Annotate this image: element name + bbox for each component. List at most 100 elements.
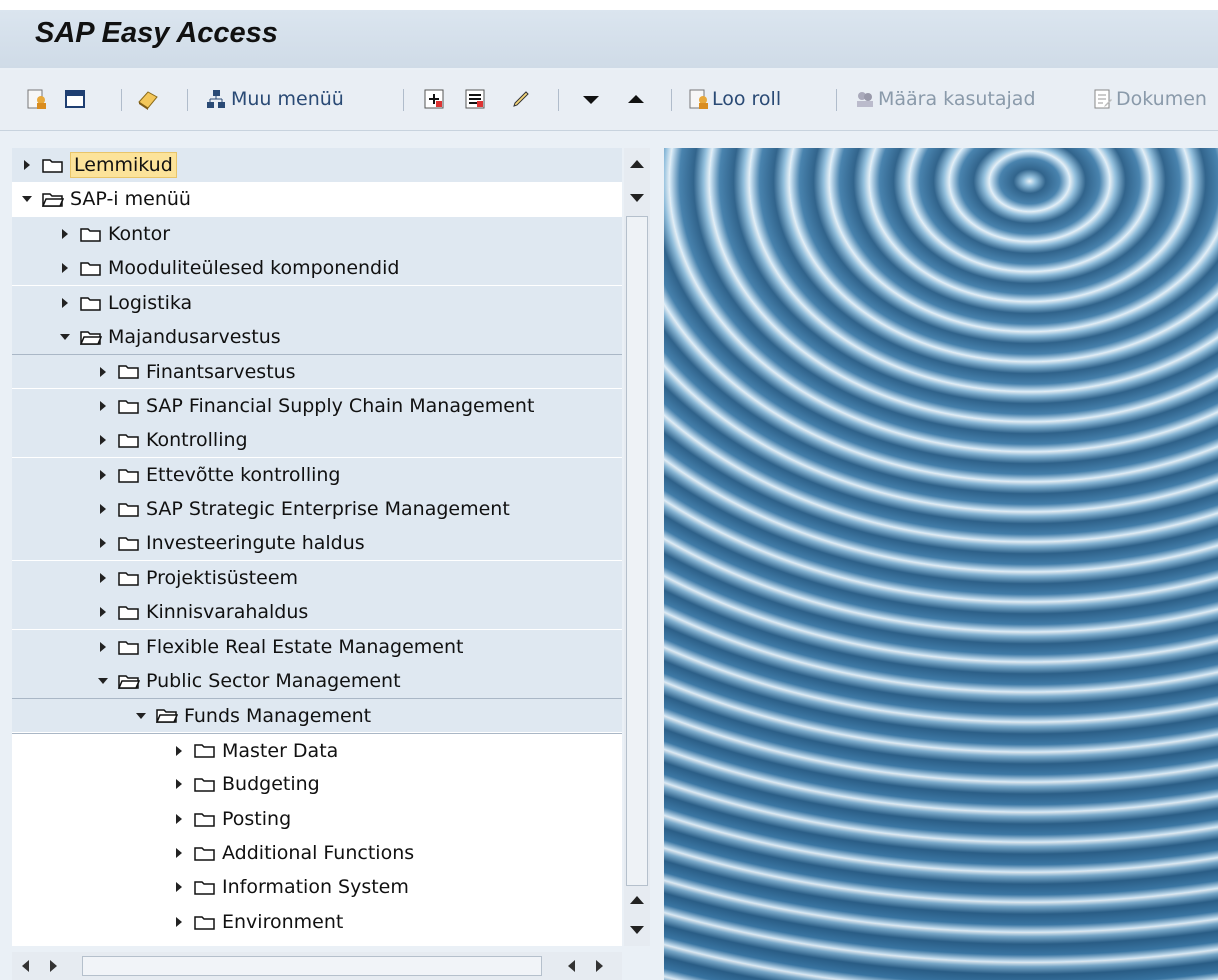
- scroll-down-arrow[interactable]: [630, 194, 644, 202]
- collapse-arrow-icon[interactable]: [22, 192, 32, 206]
- expand-arrow-icon[interactable]: [174, 915, 184, 929]
- folder-icon: [118, 467, 140, 484]
- expand-arrow-icon[interactable]: [98, 571, 108, 585]
- business-workplace-button[interactable]: [136, 84, 158, 114]
- tree-node[interactable]: Mooduliteülesed komponendid: [12, 251, 622, 285]
- collapse-arrow-icon[interactable]: [98, 674, 108, 688]
- tree-node-label: Posting: [222, 808, 292, 830]
- users-icon: [854, 88, 876, 110]
- expand-arrow-icon[interactable]: [174, 812, 184, 826]
- eraser-icon: [136, 88, 158, 110]
- tree-node[interactable]: Investeeringute haldus: [12, 526, 622, 560]
- tree-node[interactable]: Logistika: [12, 286, 622, 320]
- expand-arrow-icon[interactable]: [98, 605, 108, 619]
- tree-node[interactable]: Majandusarvestus: [12, 320, 622, 354]
- collapse-arrow-icon[interactable]: [136, 709, 146, 723]
- documentation-button[interactable]: Dokumen: [1092, 84, 1207, 114]
- scroll-up-arrow[interactable]: [630, 896, 644, 904]
- other-menu-label: Muu menüü: [231, 88, 344, 110]
- tree-node[interactable]: Additional Functions: [12, 836, 622, 870]
- assign-users-button[interactable]: Määra kasutajad: [854, 84, 1036, 114]
- folder-icon: [42, 157, 64, 174]
- tree-node[interactable]: Public Sector Management: [12, 664, 622, 698]
- tree-node[interactable]: Kontrolling: [12, 423, 622, 457]
- expand-arrow-icon[interactable]: [174, 880, 184, 894]
- folder-icon: [80, 226, 102, 243]
- expand-arrow-icon[interactable]: [98, 502, 108, 516]
- move-up-button[interactable]: [625, 84, 647, 114]
- expand-arrow-icon[interactable]: [98, 365, 108, 379]
- tree-node[interactable]: SAP-i menüü: [12, 182, 622, 216]
- expand-arrow-icon[interactable]: [174, 846, 184, 860]
- folder-icon: [194, 776, 216, 793]
- scroll-right-arrow[interactable]: [596, 960, 603, 972]
- edit-button[interactable]: [510, 84, 532, 114]
- scroll-left-arrow[interactable]: [568, 960, 575, 972]
- tree-node-label: Lemmikud: [70, 152, 177, 178]
- collapse-arrow-icon[interactable]: [60, 330, 70, 344]
- tree-node[interactable]: SAP Strategic Enterprise Management: [12, 492, 622, 526]
- scroll-left-arrow[interactable]: [22, 960, 29, 972]
- change-node-button[interactable]: [464, 84, 486, 114]
- tree-node[interactable]: Funds Management: [12, 698, 622, 732]
- tree-vertical-scrollbar[interactable]: [624, 148, 650, 946]
- tree-node[interactable]: Kontor: [12, 217, 622, 251]
- tree-node[interactable]: Ettevõtte kontrolling: [12, 458, 622, 492]
- window-title: SAP Easy Access: [35, 17, 278, 49]
- tree-node[interactable]: Information System: [12, 870, 622, 904]
- node-add-icon: [423, 88, 445, 110]
- tree-node[interactable]: Posting: [12, 802, 622, 836]
- expand-arrow-icon[interactable]: [174, 777, 184, 791]
- tree-node-label: Funds Management: [184, 704, 372, 727]
- scroll-thumb[interactable]: [82, 956, 542, 976]
- tree-node[interactable]: Master Data: [12, 733, 622, 767]
- folder-icon: [118, 432, 140, 449]
- tree-node-label: Kontor: [108, 223, 171, 245]
- scroll-right-arrow[interactable]: [50, 960, 57, 972]
- document-person-icon: [26, 88, 48, 110]
- move-down-button[interactable]: [580, 84, 602, 114]
- folder-icon: [194, 845, 216, 862]
- pane-splitter[interactable]: [652, 148, 662, 980]
- scroll-up-arrow[interactable]: [630, 160, 644, 168]
- tree-node-label: Investeeringute haldus: [146, 532, 365, 554]
- expand-arrow-icon[interactable]: [98, 468, 108, 482]
- tree-node[interactable]: Lemmikud: [12, 148, 622, 182]
- folder-open-icon: [155, 707, 179, 724]
- toolbar-separator: [187, 89, 188, 111]
- scroll-thumb[interactable]: [626, 216, 648, 886]
- tree-node-label: Mooduliteülesed komponendid: [108, 257, 400, 279]
- expand-arrow-icon[interactable]: [98, 640, 108, 654]
- toolbar-separator: [836, 89, 837, 111]
- tree-node[interactable]: Environment: [12, 905, 622, 939]
- other-menu-button[interactable]: Muu menüü: [205, 84, 344, 114]
- create-role-button[interactable]: Loo roll: [688, 84, 781, 114]
- expand-arrow-icon[interactable]: [174, 744, 184, 758]
- folder-icon: [80, 295, 102, 312]
- tree-node-label: Public Sector Management: [146, 670, 401, 692]
- documentation-label: Dokumen: [1116, 88, 1207, 110]
- folder-icon: [118, 535, 140, 552]
- expand-arrow-icon[interactable]: [60, 296, 70, 310]
- expand-arrow-icon[interactable]: [98, 433, 108, 447]
- expand-arrow-icon[interactable]: [60, 227, 70, 241]
- tree-node[interactable]: Budgeting: [12, 767, 622, 801]
- expand-arrow-icon[interactable]: [98, 536, 108, 550]
- scroll-down-arrow[interactable]: [630, 926, 644, 934]
- folder-icon: [118, 604, 140, 621]
- tree-node-label: Majandusarvestus: [108, 326, 281, 348]
- tree-node[interactable]: Projektisüsteem: [12, 561, 622, 595]
- user-menu-button[interactable]: [26, 84, 48, 114]
- tree-node[interactable]: Finantsarvestus: [12, 354, 622, 388]
- tree-node[interactable]: SAP Financial Supply Chain Management: [12, 389, 622, 423]
- tree-node[interactable]: Flexible Real Estate Management: [12, 630, 622, 664]
- document-person-icon: [688, 88, 710, 110]
- expand-arrow-icon[interactable]: [98, 399, 108, 413]
- tree-node-label: Logistika: [108, 292, 193, 314]
- tree-node[interactable]: Kinnisvarahaldus: [12, 595, 622, 629]
- add-node-button[interactable]: [423, 84, 445, 114]
- tree-horizontal-scrollbar[interactable]: [12, 952, 622, 980]
- sap-menu-button[interactable]: [64, 84, 86, 114]
- expand-arrow-icon[interactable]: [60, 261, 70, 275]
- expand-arrow-icon[interactable]: [22, 158, 32, 172]
